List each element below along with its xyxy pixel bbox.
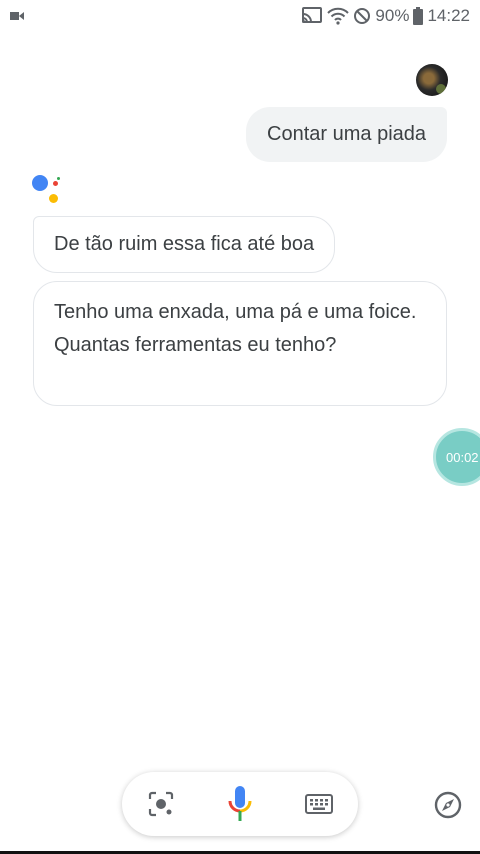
assistant-response-text: De tão ruim essa fica até boa [54, 233, 315, 255]
user-avatar[interactable] [416, 64, 448, 96]
timer-label: 00:02 [446, 449, 479, 465]
mic-icon[interactable] [216, 780, 264, 828]
wifi-icon [327, 7, 350, 25]
explore-icon[interactable] [431, 788, 465, 822]
clock: 14:22 [427, 6, 470, 25]
do-not-disturb-icon [353, 7, 371, 25]
user-query-text: Contar uma piada [267, 123, 426, 145]
user-query-bubble[interactable]: Contar uma piada [246, 107, 447, 162]
status-bar: 90% 14:22 [0, 0, 480, 32]
lens-icon[interactable] [137, 780, 185, 828]
assistant-response-bubble: De tão ruim essa fica até boa [33, 216, 336, 273]
input-bar [122, 772, 358, 836]
screen-record-timer[interactable]: 00:02 [433, 428, 480, 486]
battery-level: 90% [375, 6, 410, 25]
keyboard-icon[interactable] [295, 780, 343, 828]
cast-icon [301, 7, 323, 25]
assistant-response-text: Tenho uma enxada, uma pá e uma foice. Qu… [54, 301, 417, 356]
battery-icon [413, 7, 424, 25]
assistant-response-bubble: Tenho uma enxada, uma pá e uma foice. Qu… [33, 281, 447, 406]
google-assistant-icon [32, 175, 66, 205]
screen-record-icon [10, 6, 24, 26]
